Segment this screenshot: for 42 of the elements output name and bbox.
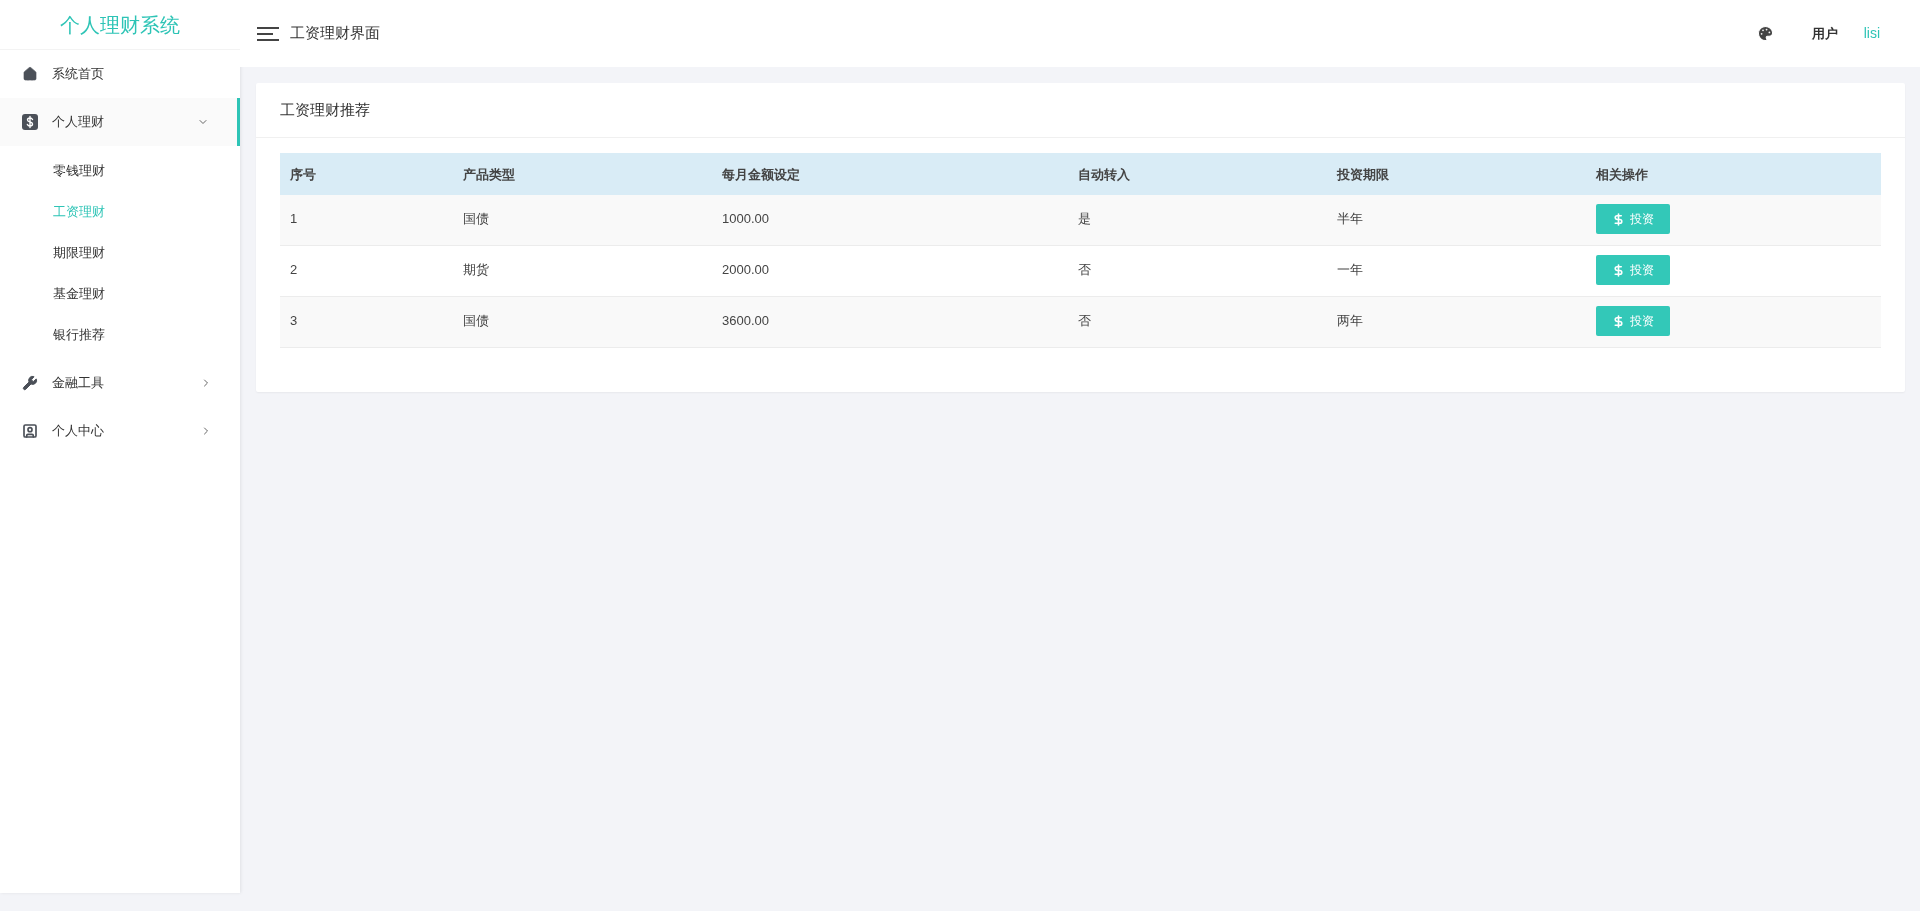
menu-item[interactable]: 系统首页 (0, 50, 240, 98)
table-cell: 否 (1078, 313, 1091, 328)
table-cell: 一年 (1337, 262, 1363, 277)
menu-item[interactable]: 个人中心 (0, 407, 240, 455)
dollar-icon (1612, 212, 1625, 226)
app-title: 个人理财系统 (60, 12, 180, 38)
table-cell: 两年 (1337, 313, 1363, 328)
dollar-icon (22, 114, 38, 130)
table-cell: 2000.00 (722, 262, 769, 277)
column-header: 序号 (290, 167, 316, 182)
submenu-item[interactable]: 期限理财 (0, 232, 240, 273)
page-title: 工资理财界面 (290, 23, 380, 44)
home-icon (22, 66, 38, 82)
column-header: 每月金额设定 (722, 167, 800, 182)
menu-item[interactable]: 金融工具 (0, 359, 240, 407)
submenu-item[interactable]: 基金理财 (0, 273, 240, 314)
card-title: 工资理财推荐 (280, 99, 370, 120)
table-cell: 半年 (1337, 211, 1363, 226)
dollar-icon (1612, 314, 1625, 328)
table-cell: 3600.00 (722, 313, 769, 328)
submenu-item[interactable]: 零钱理财 (0, 150, 240, 191)
table-cell: 3 (290, 313, 298, 328)
wrench-icon (22, 375, 38, 391)
column-header: 自动转入 (1078, 167, 1130, 182)
user-label: 用户 (1811, 24, 1838, 43)
table-cell: 国债 (463, 211, 489, 226)
table-cell: 1000.00 (722, 211, 769, 226)
table-cell: 否 (1078, 262, 1091, 277)
submenu-item[interactable]: 银行推荐 (0, 314, 240, 355)
table-cell: 是 (1078, 211, 1091, 226)
menu-item[interactable]: 个人理财 (0, 98, 240, 146)
column-header: 产品类型 (463, 167, 515, 182)
table-cell: 1 (290, 211, 298, 226)
palette-icon[interactable] (1756, 25, 1774, 42)
dollar-icon (1612, 263, 1625, 277)
column-header: 相关操作 (1596, 167, 1648, 182)
table-cell: 2 (290, 262, 298, 277)
menu-icon[interactable] (257, 26, 279, 41)
table-cell: 国债 (463, 313, 489, 328)
column-header: 投资期限 (1337, 167, 1389, 182)
user-card-icon (22, 423, 38, 439)
table-cell: 期货 (463, 262, 489, 277)
